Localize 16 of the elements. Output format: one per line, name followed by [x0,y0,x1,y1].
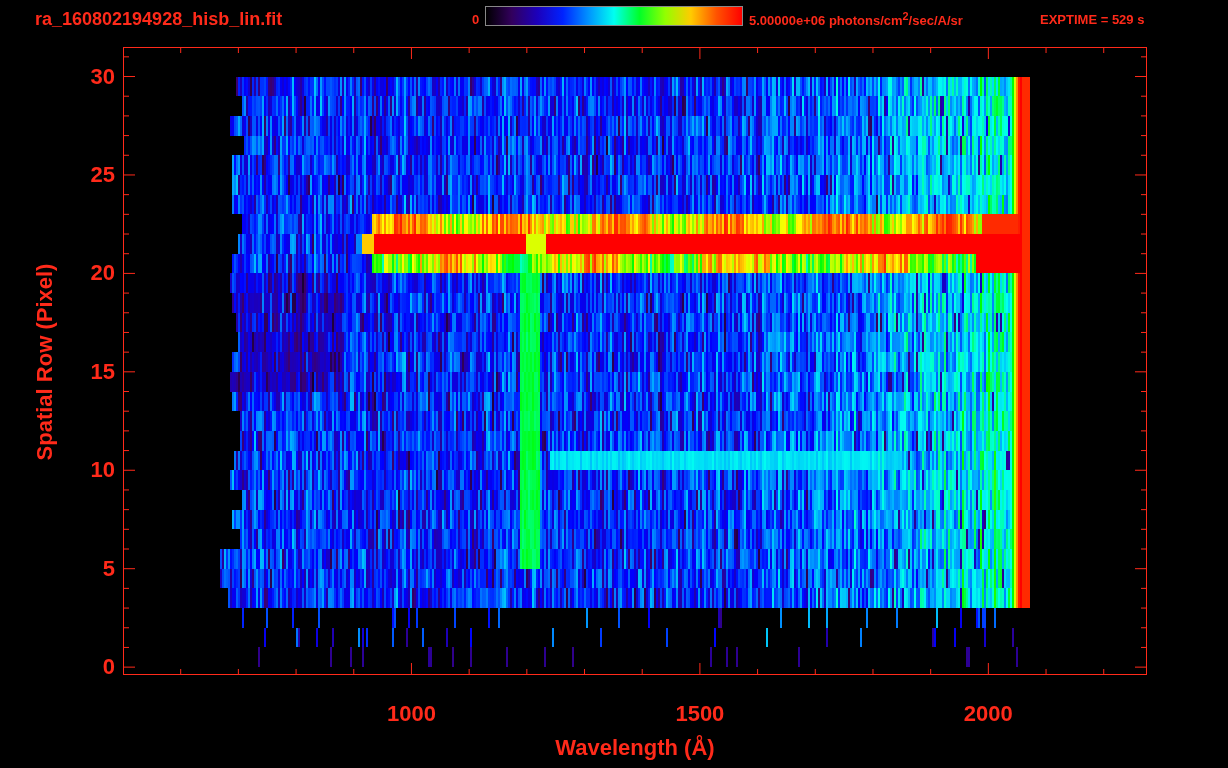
y-tick-label: 5 [102,555,115,582]
colorbar-max-label: 5.00000e+06 photons/cm$^{2}$/sec/A/sr [748,9,964,29]
y-tick-label: 20 [90,260,115,287]
x-tick-label: 1500 [675,701,725,727]
exposure-time-label: EXPTIME = 529 s [1040,11,1146,27]
y-axis-title: Spatial Row (Pixel) [32,263,58,461]
x-axis-title: Wavelength (Å) [555,735,715,761]
y-tick-label: 25 [90,161,115,188]
file-name-title: ra_160802194928_hisb_lin.fit [34,8,284,30]
y-tick-label: 0 [102,654,115,681]
x-tick-label: 2000 [963,701,1013,727]
colorbar-min-label: 0 [472,11,481,27]
y-tick-label: 30 [90,63,115,90]
y-tick-label: 15 [90,358,115,385]
x-tick-label: 1000 [386,701,436,727]
y-tick-label: 10 [90,457,115,484]
